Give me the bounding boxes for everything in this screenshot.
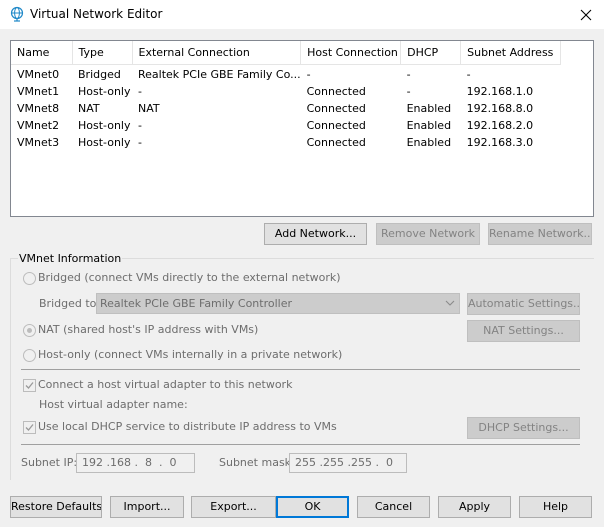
subnet-ip-label: Subnet IP: bbox=[21, 456, 78, 469]
bridged-label: Bridged (connect VMs directly to the ext… bbox=[38, 271, 341, 284]
cell-type: Bridged bbox=[78, 68, 121, 82]
vmnet-info-label: VMnet Information bbox=[18, 252, 123, 265]
ok-button[interactable]: OK bbox=[276, 496, 349, 518]
title-bar: Virtual Network Editor bbox=[0, 0, 604, 30]
dhcp-checkbox[interactable] bbox=[23, 421, 36, 434]
subnet-mask-label: Subnet mask: bbox=[219, 456, 295, 469]
subnet-ip-input[interactable]: 192 .168 . 8 . 0 bbox=[76, 453, 195, 473]
dhcp-settings-button[interactable]: DHCP Settings... bbox=[467, 417, 580, 439]
cell-type: NAT bbox=[78, 102, 100, 115]
separator bbox=[21, 444, 580, 445]
bridged-to-label: Bridged to: bbox=[39, 297, 101, 310]
cell-host: Connected bbox=[306, 85, 366, 98]
column-header-type[interactable]: Type bbox=[72, 41, 133, 65]
export-button[interactable]: Export... bbox=[191, 496, 276, 518]
cell-subnet: 192.168.8.0 bbox=[466, 102, 534, 115]
column-header-host-connection[interactable]: Host Connection bbox=[300, 41, 402, 65]
cell-subnet: 192.168.3.0 bbox=[466, 136, 534, 149]
cell-dhcp: Enabled bbox=[406, 136, 452, 149]
cell-external: - bbox=[138, 85, 142, 98]
bridged-radio[interactable] bbox=[23, 272, 36, 285]
chevron-down-icon bbox=[445, 300, 455, 306]
cell-host: - bbox=[306, 68, 311, 82]
close-icon bbox=[580, 9, 592, 21]
apply-button[interactable]: Apply bbox=[438, 496, 511, 518]
checkmark-icon bbox=[25, 424, 34, 431]
cell-subnet: 192.168.1.0 bbox=[466, 85, 534, 98]
cell-name: VMnet2 bbox=[17, 119, 60, 132]
cell-subnet: - bbox=[466, 68, 471, 82]
cell-dhcp: Enabled bbox=[406, 102, 452, 115]
network-list[interactable]: Name Type External Connection Host Conne… bbox=[10, 40, 594, 217]
table-row[interactable]: VMnet3 Host-only - Connected Enabled 192… bbox=[11, 134, 561, 151]
table-row[interactable]: VMnet1 Host-only - Connected - 192.168.1… bbox=[11, 83, 561, 100]
cell-name: VMnet8 bbox=[17, 102, 60, 115]
table-row[interactable]: VMnet0 Bridged Realtek PCIe GBE Family C… bbox=[11, 64, 561, 83]
bridged-to-select[interactable]: Realtek PCIe GBE Family Controller bbox=[96, 293, 460, 314]
nat-settings-button[interactable]: NAT Settings... bbox=[467, 320, 580, 342]
cell-external: NAT bbox=[138, 102, 160, 115]
cell-name: VMnet0 bbox=[17, 68, 60, 82]
column-header-dhcp[interactable]: DHCP bbox=[400, 41, 462, 65]
host-only-label: Host-only (connect VMs internally in a p… bbox=[38, 348, 343, 361]
cell-host: Connected bbox=[306, 119, 366, 132]
cell-dhcp: Enabled bbox=[406, 119, 452, 132]
checkmark-icon bbox=[25, 382, 34, 389]
column-header-subnet-address[interactable]: Subnet Address bbox=[460, 41, 562, 65]
rename-network-button[interactable]: Rename Network... bbox=[488, 223, 592, 245]
cell-subnet: 192.168.2.0 bbox=[466, 119, 534, 132]
subnet-mask-input[interactable]: 255 .255 .255 . 0 bbox=[289, 453, 407, 473]
cell-dhcp: - bbox=[406, 85, 411, 98]
column-header-external-connection[interactable]: External Connection bbox=[132, 41, 302, 65]
connect-adapter-checkbox[interactable] bbox=[23, 379, 36, 392]
help-button[interactable]: Help bbox=[519, 496, 592, 518]
restore-defaults-button[interactable]: Restore Defaults bbox=[10, 496, 102, 518]
cell-type: Host-only bbox=[78, 136, 131, 149]
connect-adapter-label: Connect a host virtual adapter to this n… bbox=[38, 378, 293, 391]
cell-name: VMnet3 bbox=[17, 136, 60, 149]
cell-type: Host-only bbox=[78, 85, 131, 98]
list-header: Name Type External Connection Host Conne… bbox=[11, 41, 562, 65]
adapter-name-label: Host virtual adapter name: bbox=[39, 398, 188, 411]
cancel-button[interactable]: Cancel bbox=[357, 496, 430, 518]
nat-label: NAT (shared host's IP address with VMs) bbox=[38, 323, 259, 336]
dhcp-label: Use local DHCP service to distribute IP … bbox=[38, 420, 337, 433]
cell-name: VMnet1 bbox=[17, 85, 60, 98]
host-only-radio[interactable] bbox=[23, 349, 36, 362]
table-row[interactable]: VMnet2 Host-only - Connected Enabled 192… bbox=[11, 117, 561, 134]
remove-network-button[interactable]: Remove Network bbox=[376, 223, 480, 245]
separator bbox=[21, 369, 580, 370]
cell-host: Connected bbox=[306, 102, 366, 115]
table-row[interactable]: VMnet8 NAT NAT Connected Enabled 192.168… bbox=[11, 100, 561, 117]
column-header-name[interactable]: Name bbox=[11, 41, 73, 65]
bridged-to-value: Realtek PCIe GBE Family Controller bbox=[100, 297, 293, 310]
add-network-button[interactable]: Add Network... bbox=[264, 223, 367, 245]
cell-type: Host-only bbox=[78, 119, 131, 132]
nat-radio[interactable] bbox=[23, 324, 36, 337]
cell-external: - bbox=[138, 119, 142, 132]
cell-external: - bbox=[138, 136, 142, 149]
automatic-settings-button[interactable]: Automatic Settings... bbox=[467, 293, 580, 315]
window-title: Virtual Network Editor bbox=[30, 7, 163, 21]
cell-external: Realtek PCIe GBE Family Co... bbox=[138, 68, 301, 82]
close-button[interactable] bbox=[574, 5, 598, 25]
globe-network-icon bbox=[10, 6, 24, 22]
cell-host: Connected bbox=[306, 136, 366, 149]
cell-dhcp: - bbox=[406, 68, 411, 82]
import-button[interactable]: Import... bbox=[110, 496, 184, 518]
